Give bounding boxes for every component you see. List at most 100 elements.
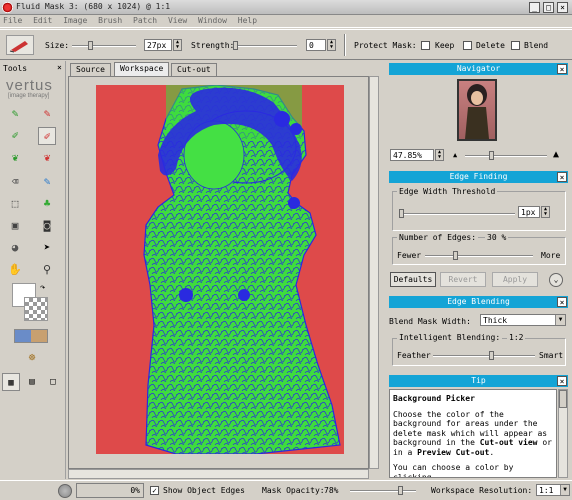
- close-icon[interactable]: ×: [557, 2, 568, 13]
- tip-heading: Background Picker: [393, 394, 475, 403]
- strength-input[interactable]: 0: [306, 39, 326, 51]
- patch-icon[interactable]: ♣: [38, 195, 56, 213]
- intelligent-blending-slider[interactable]: [433, 351, 535, 360]
- menu-image[interactable]: Image: [60, 15, 90, 26]
- horizontal-scrollbar[interactable]: [68, 469, 369, 479]
- zoom-slider[interactable]: [465, 151, 547, 160]
- keep-label: Keep: [435, 41, 455, 50]
- show-edges-checkbox[interactable]: ✓: [150, 486, 159, 495]
- zoom-spinner[interactable]: ▲ ▼: [435, 149, 444, 161]
- delete-checkbox[interactable]: [463, 41, 472, 50]
- tools-close-icon[interactable]: ×: [57, 63, 62, 72]
- zoom-input[interactable]: 47.85%: [390, 149, 434, 161]
- blend-mask-width-select[interactable]: Thick ▼: [480, 314, 566, 326]
- resolution-label: Workspace Resolution:: [431, 486, 533, 495]
- expand-chevron-icon[interactable]: ⌄: [549, 273, 563, 287]
- marquee-icon[interactable]: ⬚: [6, 195, 24, 213]
- defaults-button[interactable]: Defaults: [390, 272, 436, 287]
- grid-patch-icon[interactable]: ▣: [6, 217, 24, 235]
- tip-header: Tip ×: [389, 375, 568, 387]
- size-spinner[interactable]: ▲ ▼: [173, 39, 182, 51]
- resolution-dropdown-icon[interactable]: ▼: [560, 485, 569, 495]
- progress-bar: 0%: [76, 483, 144, 498]
- window-title: Fluid Mask 3: (680 x 1024) @ 1:1: [16, 2, 171, 11]
- tab-workspace[interactable]: Workspace: [114, 62, 170, 76]
- navigator-close-icon[interactable]: ×: [557, 64, 567, 74]
- tip-scrollbar-thumb[interactable]: [559, 390, 567, 408]
- stop-icon[interactable]: [58, 484, 72, 498]
- blend-checkbox[interactable]: [511, 41, 520, 50]
- vertical-scrollbar[interactable]: [369, 76, 379, 469]
- strength-slider-knob[interactable]: [233, 41, 238, 50]
- mask-opacity-knob[interactable]: [398, 486, 403, 495]
- dropdown-arrow-icon[interactable]: ▼: [555, 315, 565, 325]
- tip-title: Tip: [471, 376, 486, 385]
- threshold-spinner[interactable]: ▲ ▼: [541, 206, 550, 218]
- camera-icon[interactable]: ◙: [38, 217, 56, 235]
- mask-opacity-slider[interactable]: [350, 486, 416, 495]
- zoom-out-icon[interactable]: ▲: [453, 151, 457, 159]
- revert-button[interactable]: Revert: [440, 272, 486, 287]
- size-slider[interactable]: [72, 41, 136, 50]
- menu-file[interactable]: File: [0, 15, 25, 26]
- menu-edit[interactable]: Edit: [30, 15, 55, 26]
- edges-slider-knob[interactable]: [453, 251, 458, 260]
- mask-opacity-value: 78%: [324, 486, 339, 495]
- background-color-swatch[interactable]: [24, 297, 48, 321]
- edge-blending-header: Edge Blending ×: [389, 296, 568, 308]
- blend-brush-icon[interactable]: ✎: [38, 173, 56, 191]
- app-icon: [2, 2, 13, 13]
- protect-mask-label: Protect Mask:: [354, 41, 417, 50]
- edge-finding-close-icon[interactable]: ×: [557, 172, 567, 182]
- workspace-image[interactable]: [96, 84, 344, 455]
- edge-finding-header: Edge Finding ×: [389, 171, 568, 183]
- palette-icon[interactable]: ☸: [24, 351, 40, 365]
- menu-patch[interactable]: Patch: [130, 15, 160, 26]
- strength-spinner[interactable]: ▲ ▼: [327, 39, 336, 51]
- menu-brush[interactable]: Brush: [95, 15, 125, 26]
- delete-local-brush-icon[interactable]: ✐: [38, 127, 56, 145]
- threshold-slider-knob[interactable]: [399, 209, 404, 218]
- strength-label: Strength:: [191, 41, 235, 50]
- intelligent-slider-knob[interactable]: [489, 351, 494, 360]
- view-mode-2-icon[interactable]: ▤: [23, 373, 41, 391]
- delete-fill-icon[interactable]: ❦: [38, 149, 56, 167]
- menu-help[interactable]: Help: [235, 15, 260, 26]
- zoom-icon[interactable]: ⚲: [38, 261, 56, 279]
- keep-checkbox[interactable]: [421, 41, 430, 50]
- threshold-slider[interactable]: [399, 209, 515, 218]
- strength-slider[interactable]: [233, 41, 297, 50]
- pointer-icon[interactable]: ➤: [38, 239, 56, 257]
- edges-slider[interactable]: [425, 251, 533, 260]
- resolution-select[interactable]: 1:1 ▼: [536, 484, 570, 496]
- minimize-icon[interactable]: _: [529, 2, 540, 13]
- zoom-in-icon[interactable]: ▲: [553, 149, 559, 160]
- current-brush-icon[interactable]: [6, 35, 34, 55]
- edge-blending-panel: Blend Mask Width: Thick ▼ Intelligent Bl…: [389, 308, 568, 372]
- swap-colors-icon[interactable]: ↷: [40, 283, 45, 293]
- view-mode-1-icon[interactable]: ▦: [2, 373, 20, 391]
- size-input[interactable]: 27px: [144, 39, 172, 51]
- comparison-thumbnails-icon[interactable]: [14, 329, 48, 343]
- hand-icon[interactable]: ✋: [6, 261, 24, 279]
- navigator-thumbnail[interactable]: [457, 79, 497, 141]
- menu-window[interactable]: Window: [195, 15, 230, 26]
- apply-button[interactable]: Apply: [492, 272, 538, 287]
- tab-cutout[interactable]: Cut-out: [171, 63, 217, 76]
- menu-view[interactable]: View: [165, 15, 190, 26]
- keep-fill-icon[interactable]: ❦: [6, 149, 24, 167]
- keep-local-brush-icon[interactable]: ✐: [6, 127, 24, 145]
- eraser-icon[interactable]: ⌫: [6, 173, 24, 191]
- tip-scrollbar[interactable]: [558, 389, 568, 478]
- edge-blending-close-icon[interactable]: ×: [557, 297, 567, 307]
- delete-brush-icon[interactable]: ✎: [38, 105, 56, 123]
- view-mode-3-icon[interactable]: □: [44, 373, 62, 391]
- threshold-input[interactable]: 1px: [518, 206, 540, 218]
- maximize-icon[interactable]: □: [543, 2, 554, 13]
- zoom-slider-knob[interactable]: [489, 151, 494, 160]
- tip-close-icon[interactable]: ×: [557, 376, 567, 386]
- tab-source[interactable]: Source: [70, 63, 111, 76]
- lasso-icon[interactable]: ◕: [6, 239, 24, 257]
- keep-brush-icon[interactable]: ✎: [6, 105, 24, 123]
- size-slider-knob[interactable]: [88, 41, 93, 50]
